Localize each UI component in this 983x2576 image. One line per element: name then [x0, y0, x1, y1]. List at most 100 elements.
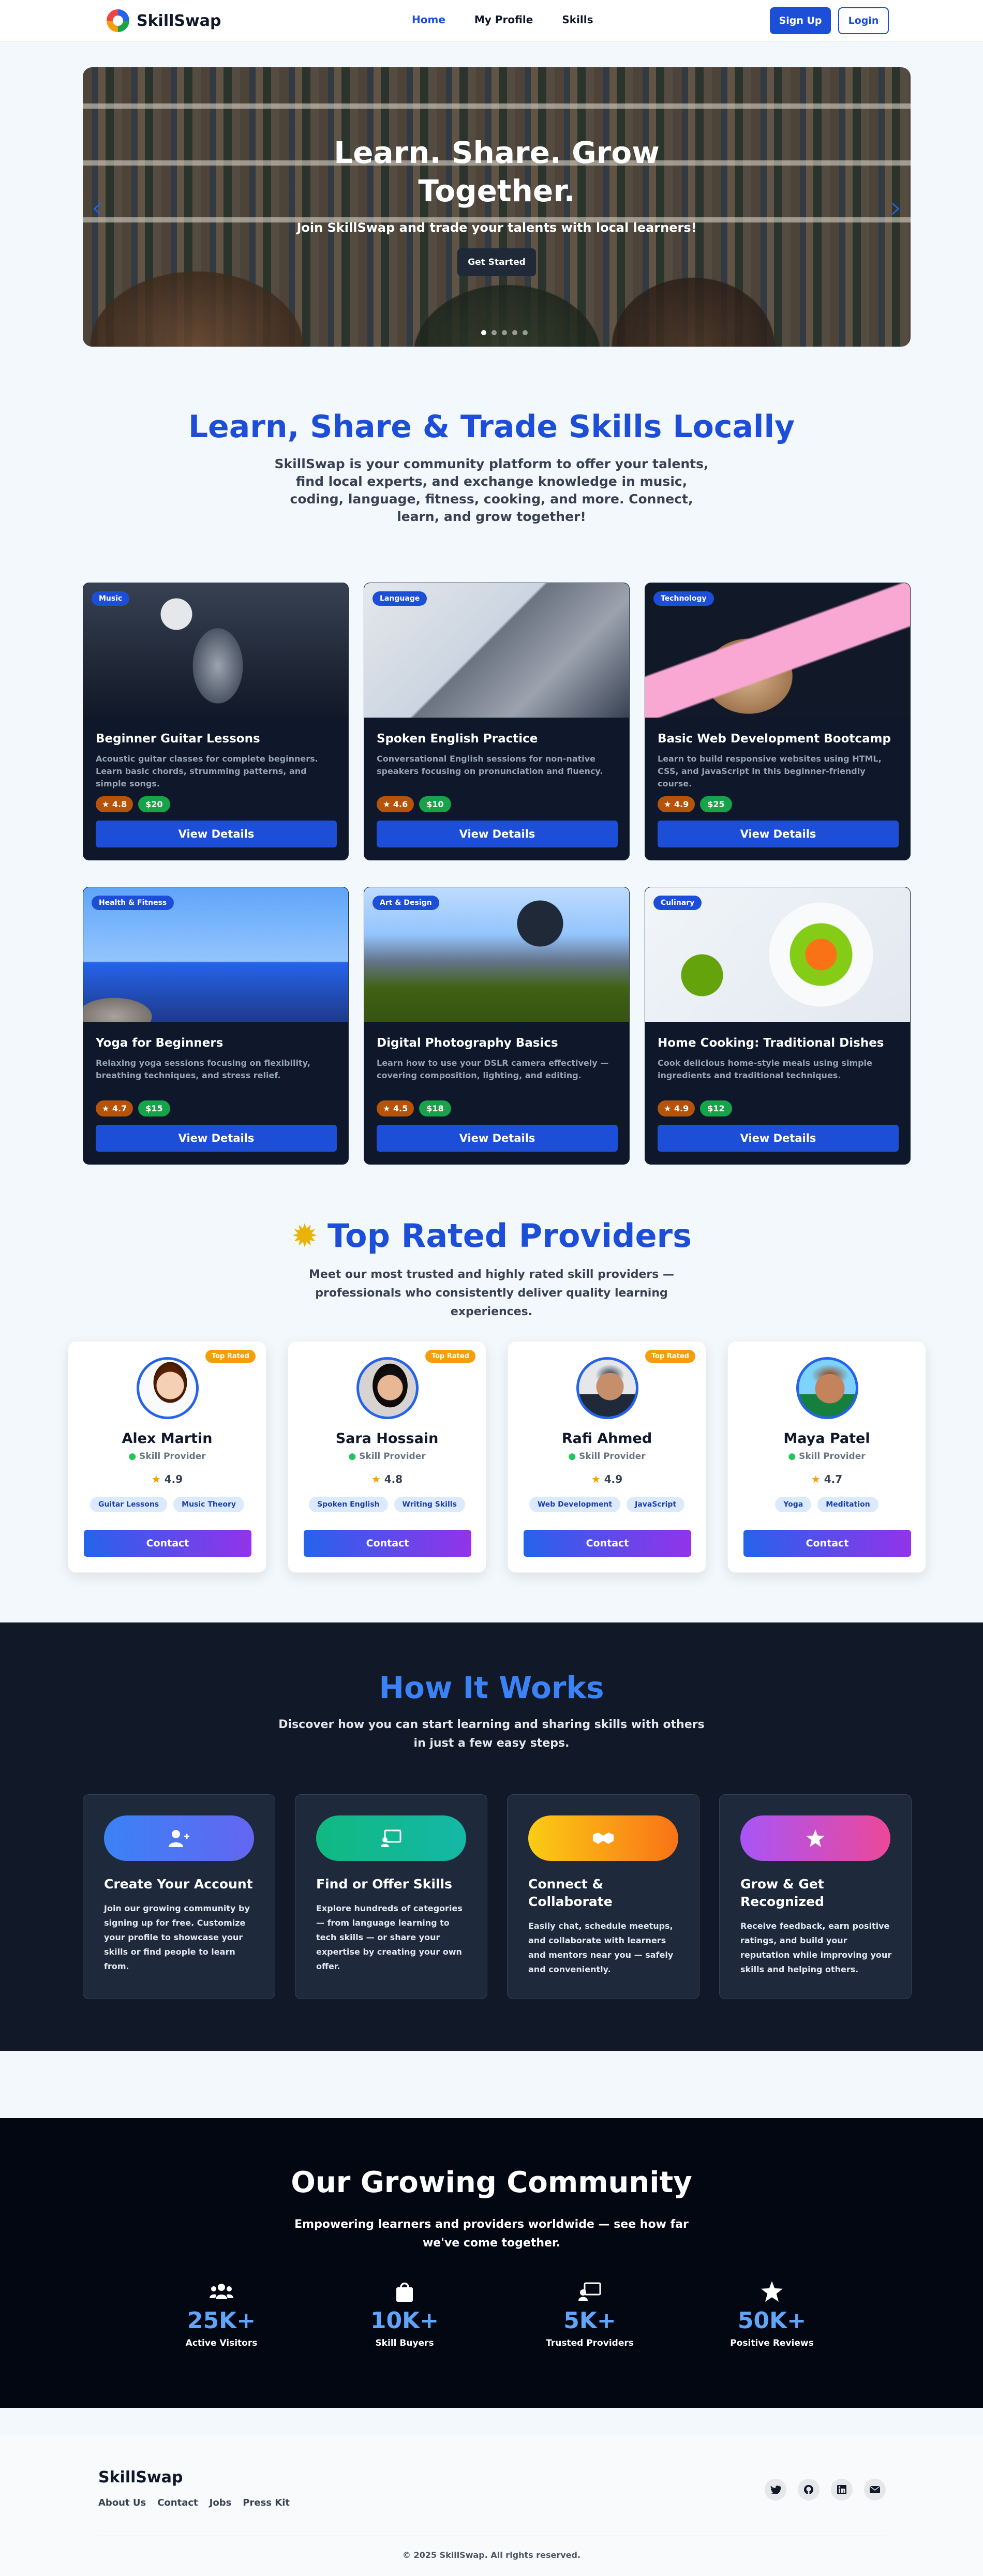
provider-rating: ★ 4.8 — [371, 1473, 403, 1485]
rating-badge: ★ 4.6 — [377, 796, 414, 812]
nav-link-home[interactable]: Home — [412, 13, 445, 26]
step-card: Find or Offer Skills Explore hundreds of… — [295, 1794, 487, 1999]
footer-link-press-kit[interactable]: Press Kit — [243, 2497, 290, 2508]
view-details-button[interactable]: View Details — [96, 1125, 337, 1152]
stat-label: Positive Reviews — [730, 2338, 814, 2348]
skill-image: Technology — [645, 583, 910, 718]
footer: SkillSwap About Us Contact Jobs Press Ki… — [0, 2434, 983, 2576]
category-badge: Art & Design — [373, 896, 439, 910]
step-title: Grow & Get Recognized — [740, 1877, 824, 1909]
skill-tag: Guitar Lessons — [90, 1497, 168, 1512]
skill-desc: Learn to build responsive websites using… — [658, 754, 882, 788]
carousel-dots — [481, 330, 528, 335]
avatar — [137, 1357, 199, 1419]
verified-icon: ● — [128, 1451, 137, 1462]
twitter-icon[interactable] — [765, 2479, 786, 2500]
medal-icon: ✹ — [291, 1217, 318, 1255]
provider-role: ● Skill Provider — [788, 1451, 866, 1462]
top-rated-badge: Top Rated — [425, 1350, 475, 1363]
price-badge: $10 — [419, 796, 451, 812]
star-icon — [710, 2280, 834, 2303]
provider-role: ● Skill Provider — [348, 1451, 426, 1462]
linkedin-icon[interactable] — [831, 2479, 853, 2500]
price-badge: $15 — [138, 1100, 170, 1116]
contact-button[interactable]: Contact — [84, 1530, 251, 1557]
stat-value: 50K+ — [737, 2307, 807, 2334]
stat-value: 25K+ — [187, 2307, 256, 2334]
contact-button[interactable]: Contact — [743, 1530, 911, 1557]
provider-role: ● Skill Provider — [568, 1451, 646, 1462]
step-title: Create Your Account — [104, 1877, 253, 1892]
footer-link-jobs[interactable]: Jobs — [210, 2497, 232, 2508]
hero-subtitle: Join SkillSwap and trade your talents wi… — [296, 220, 697, 235]
star-icon: ★ — [371, 1473, 381, 1485]
carousel-dot[interactable] — [512, 330, 517, 335]
skill-title: Digital Photography Basics — [377, 1036, 558, 1050]
skill-desc: Acoustic guitar classes for complete beg… — [96, 754, 318, 788]
price-badge: $12 — [700, 1100, 732, 1116]
rating-badge: ★ 4.5 — [377, 1100, 414, 1116]
view-details-button[interactable]: View Details — [96, 821, 337, 847]
intro-title: Learn, Share & Trade Skills Locally — [188, 409, 795, 445]
star-icon: ★ — [591, 1473, 601, 1485]
view-details-button[interactable]: View Details — [377, 821, 618, 847]
stat-value: 5K+ — [563, 2307, 616, 2334]
brand[interactable]: SkillSwap — [107, 9, 221, 32]
price-badge: $20 — [138, 796, 170, 812]
chevron-left-icon[interactable]: ‹ — [91, 189, 103, 226]
category-badge: Technology — [653, 591, 714, 606]
signup-button[interactable]: Sign Up — [770, 7, 831, 34]
footer-link-about[interactable]: About Us — [98, 2497, 146, 2508]
avatar — [356, 1357, 419, 1419]
skill-card: Art & Design Digital Photography Basics … — [364, 887, 630, 1165]
get-started-button[interactable]: Get Started — [457, 248, 536, 276]
login-button[interactable]: Login — [838, 7, 889, 34]
step-card: Grow & Get Recognized Receive feedback, … — [719, 1794, 912, 1999]
avatar — [796, 1357, 858, 1419]
nav-link-skills[interactable]: Skills — [562, 13, 593, 26]
footer-link-contact[interactable]: Contact — [157, 2497, 198, 2508]
skill-card: Language Spoken English Practice Convers… — [364, 583, 630, 860]
carousel-dot[interactable] — [481, 330, 486, 335]
how-it-works-section: How It Works Discover how you can start … — [0, 1622, 983, 2051]
email-icon[interactable] — [864, 2479, 886, 2500]
skill-desc: Relaxing yoga sessions focusing on flexi… — [96, 1058, 310, 1080]
skill-tag: Spoken English — [309, 1497, 388, 1512]
skill-tag: JavaScript — [627, 1497, 685, 1512]
user-plus-icon — [104, 1815, 254, 1861]
view-details-button[interactable]: View Details — [658, 821, 899, 847]
social-links — [765, 2479, 886, 2500]
avatar — [576, 1357, 638, 1419]
provider-name: Sara Hossain — [335, 1431, 439, 1447]
provider-name: Rafi Ahmed — [561, 1431, 652, 1447]
contact-button[interactable]: Contact — [304, 1530, 471, 1557]
auth-buttons: Sign Up Login — [770, 7, 889, 34]
nav-link-my-profile[interactable]: My Profile — [474, 13, 533, 26]
category-badge: Music — [92, 591, 130, 606]
skill-image: Health & Fitness — [83, 887, 348, 1022]
rating-badge: ★ 4.9 — [658, 796, 695, 812]
provider-name: Alex Martin — [122, 1431, 213, 1447]
rating-badge: ★ 4.8 — [96, 796, 133, 812]
step-card: Connect & Collaborate Easily chat, sched… — [507, 1794, 699, 1999]
carousel-dot[interactable] — [492, 330, 497, 335]
contact-button[interactable]: Contact — [524, 1530, 691, 1557]
community-section: Our Growing Community Empowering learner… — [0, 2118, 983, 2408]
chalkboard-icon — [316, 1815, 466, 1861]
skill-card: Culinary Home Cooking: Traditional Dishe… — [645, 887, 911, 1165]
view-details-button[interactable]: View Details — [658, 1125, 899, 1152]
chevron-right-icon[interactable]: › — [890, 189, 902, 226]
view-details-button[interactable]: View Details — [377, 1125, 618, 1152]
carousel-dot[interactable] — [523, 330, 528, 335]
stat-item: 25K+ Active Visitors — [159, 2280, 284, 2348]
carousel-dot[interactable] — [502, 330, 507, 335]
stat-item: 5K+ Trusted Providers — [528, 2280, 652, 2348]
step-desc: Join our growing community by signing up… — [104, 1903, 250, 1971]
step-desc: Explore hundreds of categories — from la… — [316, 1903, 463, 1971]
footer-links: About Us Contact Jobs Press Kit — [98, 2497, 301, 2508]
star-icon — [740, 1815, 890, 1861]
community-title: Our Growing Community — [291, 2166, 692, 2199]
github-icon[interactable] — [798, 2479, 820, 2500]
skill-desc: Conversational English sessions for non-… — [377, 754, 603, 776]
users-icon — [159, 2280, 284, 2303]
